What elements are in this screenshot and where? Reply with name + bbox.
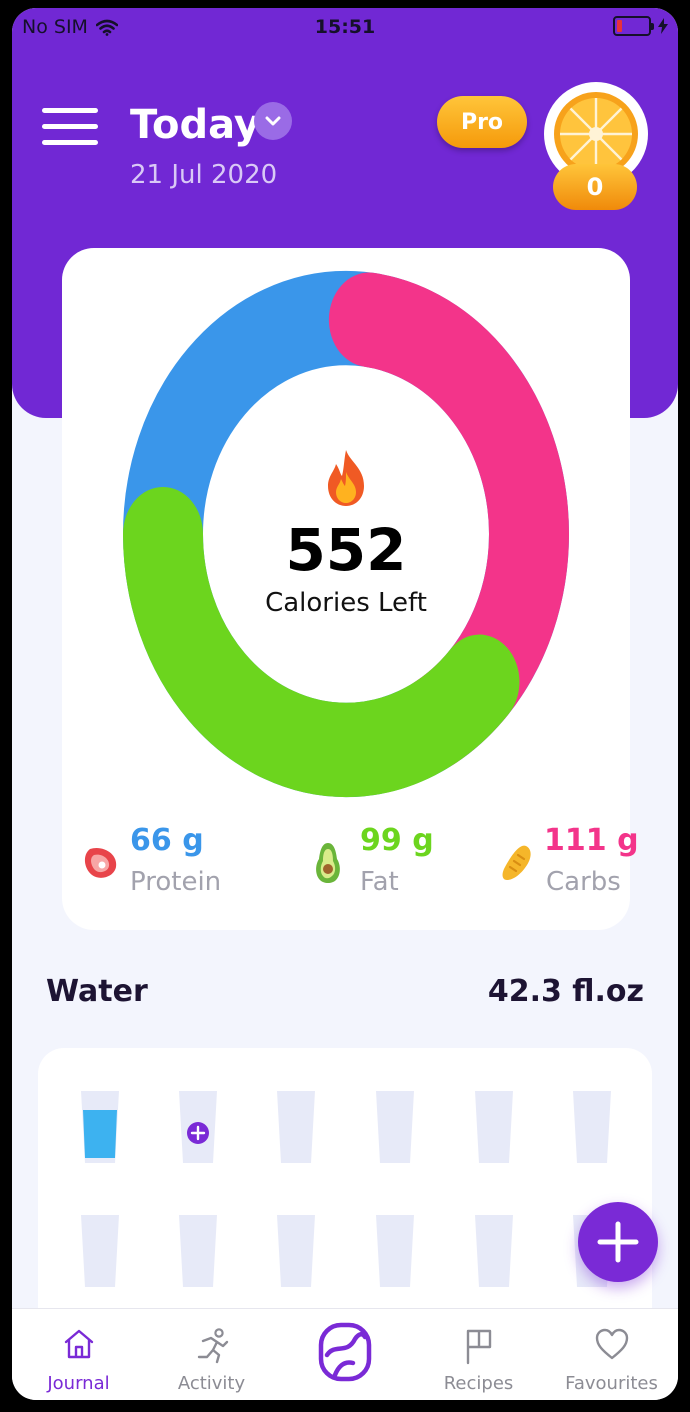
- calories-left-label: Calories Left: [265, 588, 427, 618]
- running-icon: [197, 1328, 228, 1364]
- calories-left-value: 552: [285, 516, 407, 584]
- tab-activity[interactable]: Activity: [145, 1309, 278, 1400]
- current-date: 21 Jul 2020: [130, 160, 278, 190]
- battery-icon: [613, 16, 668, 36]
- add-button[interactable]: [578, 1202, 658, 1282]
- date-dropdown-button[interactable]: [254, 102, 292, 140]
- avocado-icon: [316, 843, 340, 883]
- status-bar: No SIM 15:51: [12, 8, 678, 48]
- app-screen: No SIM 15:51 Today 21 Jul 2020 Pro 0 552…: [12, 8, 678, 1400]
- water-title: Water: [46, 974, 148, 1009]
- tab-favourites[interactable]: Favourites: [545, 1309, 678, 1400]
- carbs-label: Carbs: [546, 867, 621, 897]
- flame-icon: [328, 450, 364, 506]
- protein-label: Protein: [130, 867, 222, 897]
- water-glass-filled[interactable]: [80, 1090, 120, 1164]
- heart-icon: [595, 1328, 628, 1360]
- water-glass-empty[interactable]: [474, 1090, 514, 1164]
- tab-favourites-label: Favourites: [565, 1373, 658, 1394]
- tab-activity-label: Activity: [177, 1373, 246, 1394]
- fat-value: 99 g: [360, 823, 434, 858]
- pro-button[interactable]: Pro: [437, 96, 527, 148]
- water-glass-add[interactable]: [178, 1090, 218, 1164]
- water-glass-empty[interactable]: [276, 1090, 316, 1164]
- tab-home-logo[interactable]: [278, 1309, 411, 1400]
- water-glass-empty[interactable]: [572, 1090, 612, 1164]
- hamburger-icon: [42, 108, 98, 113]
- calorie-summary-card: 552 Calories Left 66 g Protein 99 g Fat: [62, 248, 639, 930]
- tab-recipes[interactable]: Recipes: [412, 1309, 545, 1400]
- flag-icon: [466, 1329, 491, 1365]
- water-amount: 42.3 fl.oz: [487, 974, 644, 1009]
- clock: 15:51: [314, 16, 376, 38]
- meat-icon: [84, 847, 117, 878]
- plus-icon: [597, 1221, 639, 1263]
- tab-journal-label: Journal: [47, 1373, 110, 1394]
- protein-value: 66 g: [130, 823, 204, 858]
- water-glass-empty[interactable]: [276, 1214, 316, 1288]
- menu-button[interactable]: [42, 108, 98, 150]
- bread-icon: [502, 845, 531, 880]
- water-glass-empty[interactable]: [474, 1214, 514, 1288]
- fat-label: Fat: [360, 867, 399, 897]
- charging-bolt-icon: [658, 18, 668, 34]
- home-icon: [64, 1329, 93, 1359]
- coin-count: 0: [553, 164, 637, 210]
- tab-journal[interactable]: Journal: [12, 1309, 145, 1400]
- chevron-down-icon: [265, 116, 281, 126]
- tab-recipes-label: Recipes: [443, 1373, 514, 1394]
- app-logo-icon: [318, 1322, 371, 1382]
- carbs-value: 111 g: [544, 823, 639, 858]
- water-glass-empty[interactable]: [80, 1214, 120, 1288]
- water-tracker-card: [38, 1048, 652, 1348]
- page-title: Today: [130, 102, 260, 148]
- water-glass-empty[interactable]: [375, 1090, 415, 1164]
- water-glass-empty[interactable]: [375, 1214, 415, 1288]
- water-glass-empty[interactable]: [178, 1214, 218, 1288]
- tab-bar: Journal Activity Recipes Favourites: [12, 1308, 678, 1400]
